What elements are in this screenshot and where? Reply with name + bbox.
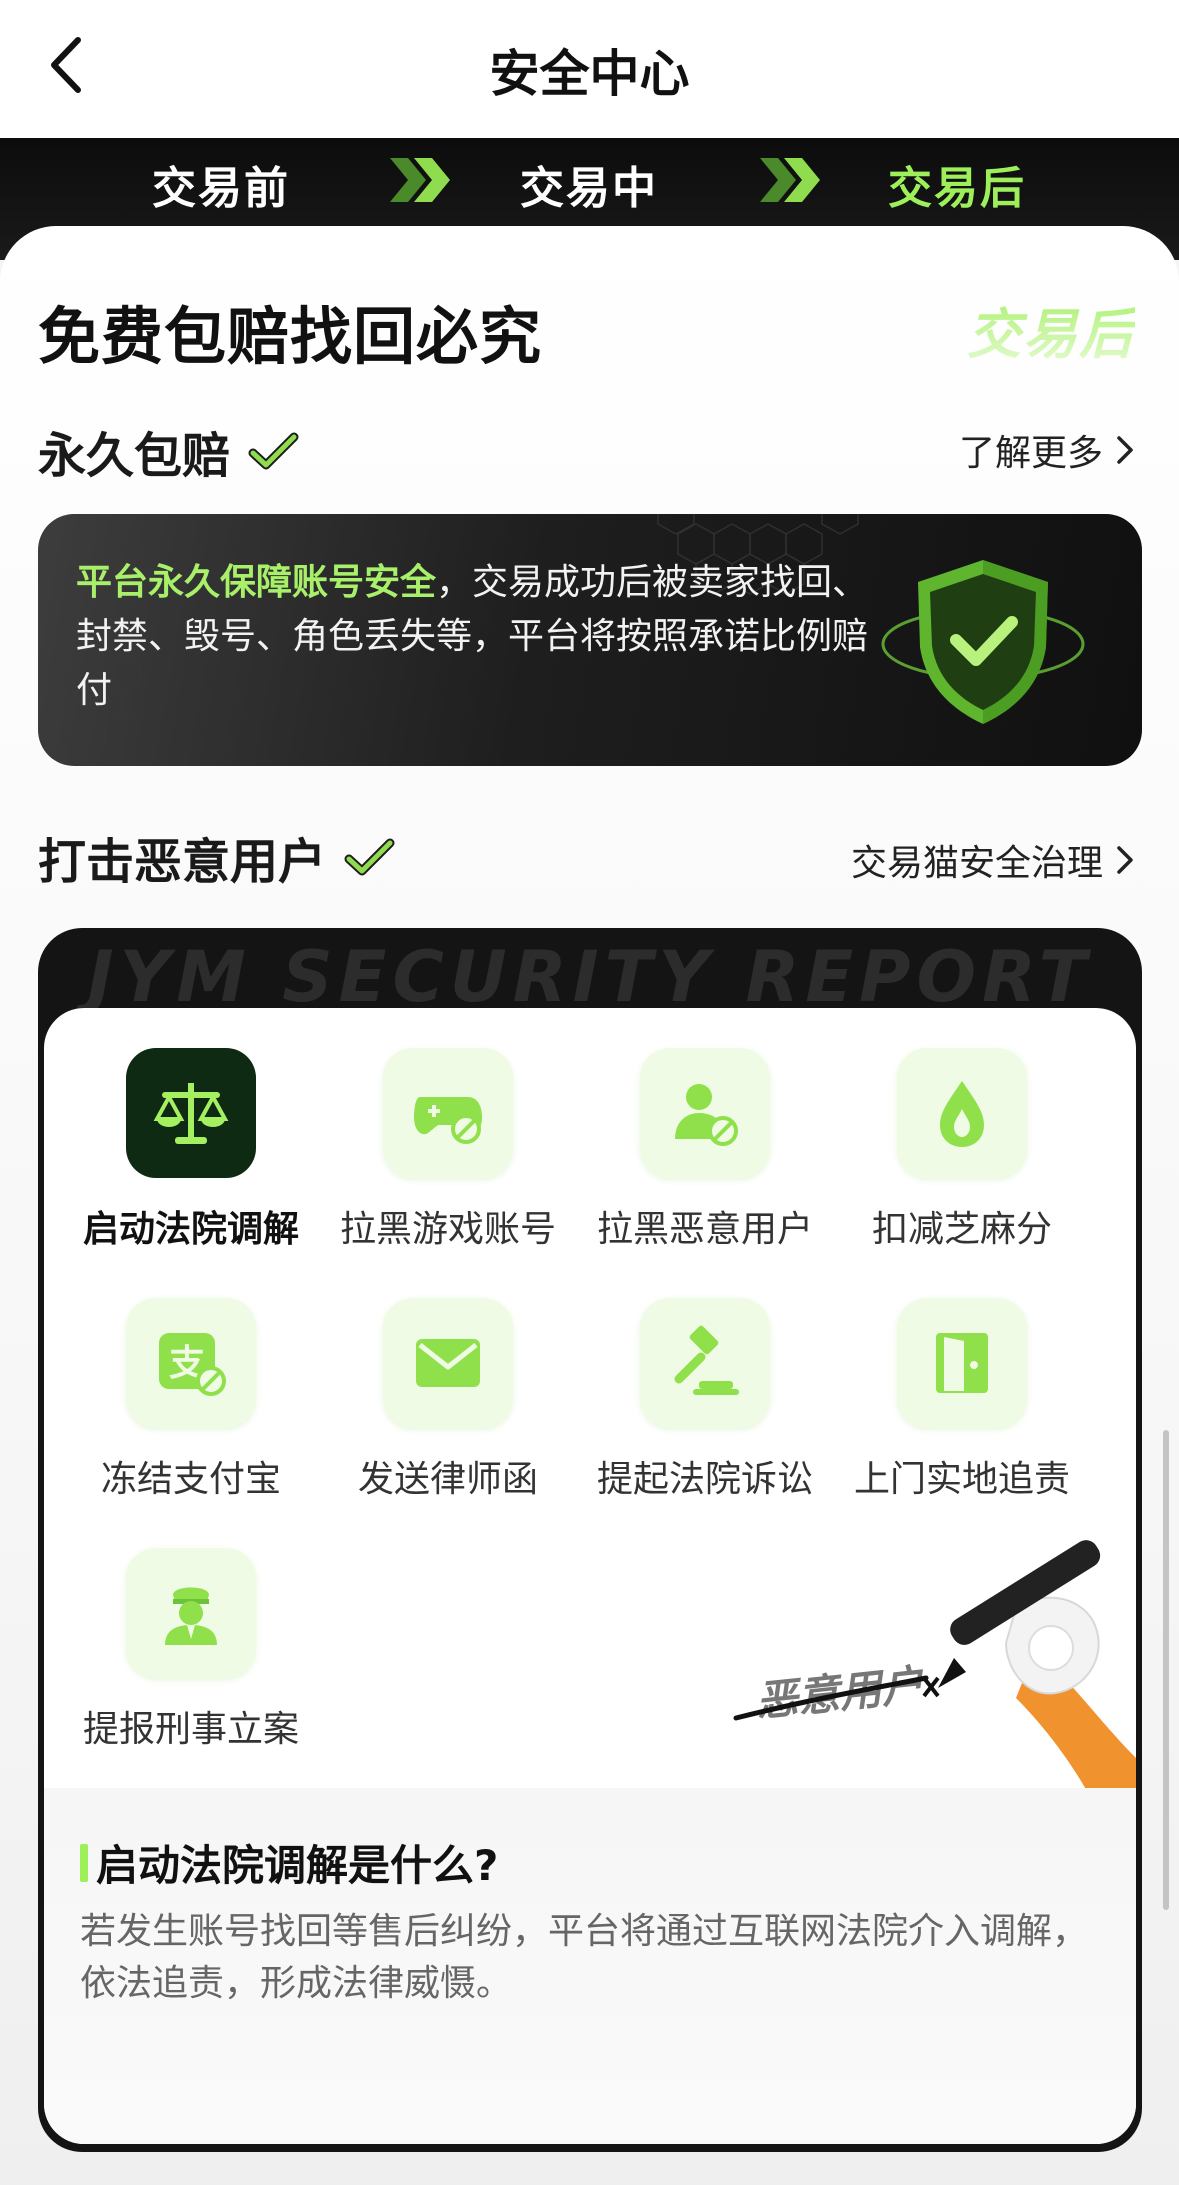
shield-check-icon xyxy=(881,560,1085,724)
gamepad-block-icon xyxy=(414,1097,482,1144)
action-block-malicious-user[interactable]: 拉黑恶意用户 xyxy=(580,1048,830,1252)
security-governance-label: 交易猫安全治理 xyxy=(850,843,1103,884)
action-label: 拉黑游戏账号 xyxy=(339,1209,556,1250)
learn-more-label: 了解更多 xyxy=(958,433,1103,474)
hero-title: 免费包赔找回必究 xyxy=(38,300,543,373)
double-chevron-right-icon xyxy=(760,158,820,202)
action-label: 上门实地追责 xyxy=(853,1459,1070,1500)
action-deduct-sesame-score[interactable]: 扣减芝麻分 xyxy=(837,1048,1087,1252)
compensation-highlight: 平台永久保障账号安全 xyxy=(76,562,437,603)
checkmark-icon xyxy=(248,432,299,470)
report-watermark: JYM SECURITY REPORT xyxy=(87,936,1093,1018)
action-send-lawyer-letter[interactable]: 发送律师函 xyxy=(323,1298,573,1502)
double-chevron-right-icon xyxy=(390,158,450,202)
stage-during[interactable]: 交易中 xyxy=(520,152,658,216)
accent-bar xyxy=(80,1843,88,1882)
action-freeze-alipay[interactable]: 支 冻结支付宝 xyxy=(66,1298,316,1502)
malicious-section-title: 打击恶意用户 xyxy=(38,822,396,892)
compensation-title: 永久包赔 xyxy=(38,428,231,484)
learn-more-link[interactable]: 了解更多 xyxy=(959,424,1135,476)
malicious-title: 打击恶意用户 xyxy=(38,834,327,890)
description-title: 启动法院调解是什么? xyxy=(96,1841,499,1890)
strike-out-illustration: 恶意用户 xyxy=(733,1540,1136,1808)
description-title-row: 启动法院调解是什么? xyxy=(80,1832,498,1893)
compensation-section-title: 永久包赔 xyxy=(38,416,300,486)
action-label: 发送律师函 xyxy=(357,1459,538,1500)
stage-before[interactable]: 交易前 xyxy=(152,152,290,216)
security-governance-link[interactable]: 交易猫安全治理 xyxy=(851,834,1135,886)
scale-icon xyxy=(153,1083,229,1144)
stage-badge: 交易后 xyxy=(967,290,1135,369)
action-criminal-report[interactable]: 提报刑事立案 xyxy=(66,1548,316,1752)
action-label: 提报刑事立案 xyxy=(82,1709,299,1750)
security-report-panel: JYM SECURITY REPORT 启动法院调解 拉黑游戏账号 拉黑恶意用户… xyxy=(38,928,1142,2152)
scrollbar[interactable] xyxy=(1163,1430,1169,1910)
envelope-icon xyxy=(416,1339,480,1387)
actions-card: 启动法院调解 拉黑游戏账号 拉黑恶意用户 扣减芝麻分 支 冻结支付宝 发送律师函… xyxy=(44,1008,1136,2144)
action-label: 冻结支付宝 xyxy=(100,1459,281,1500)
action-file-lawsuit[interactable]: 提起法院诉讼 xyxy=(580,1298,830,1502)
action-label: 扣减芝麻分 xyxy=(871,1209,1052,1250)
checkmark-icon xyxy=(344,838,395,876)
door-icon xyxy=(936,1333,988,1393)
action-label: 提起法院诉讼 xyxy=(596,1459,813,1500)
user-block-icon xyxy=(675,1084,738,1146)
action-label: 拉黑恶意用户 xyxy=(596,1209,813,1250)
chevron-right-icon xyxy=(1117,846,1133,874)
compensation-banner: 平台永久保障账号安全，交易成功后被卖家找回、封禁、毁号、角色丢失等，平台将按照承… xyxy=(38,514,1142,766)
main-card: 免费包赔找回必究 交易后 永久包赔 了解更多 平台永久保障账号安全，交易成功后被… xyxy=(0,226,1179,2185)
action-label: 启动法院调解 xyxy=(82,1209,299,1250)
action-onsite-accountability[interactable]: 上门实地追责 xyxy=(837,1298,1087,1502)
alipay-freeze-icon: 支 xyxy=(159,1333,226,1396)
action-description-panel: 启动法院调解是什么? 若发生账号找回等售后纠纷，平台将通过互联网法院介入调解，依… xyxy=(44,1788,1136,2144)
action-block-game-account[interactable]: 拉黑游戏账号 xyxy=(323,1048,573,1252)
action-court-mediation[interactable]: 启动法院调解 xyxy=(66,1048,316,1252)
page-title: 安全中心 xyxy=(489,45,690,103)
sesame-drop-icon xyxy=(940,1081,984,1147)
description-text: 若发生账号找回等售后纠纷，平台将通过互联网法院介入调解，依法追责，形成法律威慑。 xyxy=(80,1911,1089,2004)
police-icon xyxy=(165,1587,217,1645)
gavel-icon xyxy=(674,1325,739,1395)
stage-after[interactable]: 交易后 xyxy=(888,152,1026,216)
header-bar: 安全中心 xyxy=(0,0,1179,138)
chevron-right-icon xyxy=(1117,436,1133,464)
compensation-description: 平台永久保障账号安全，交易成功后被卖家找回、封禁、毁号、角色丢失等，平台将按照承… xyxy=(76,556,876,718)
